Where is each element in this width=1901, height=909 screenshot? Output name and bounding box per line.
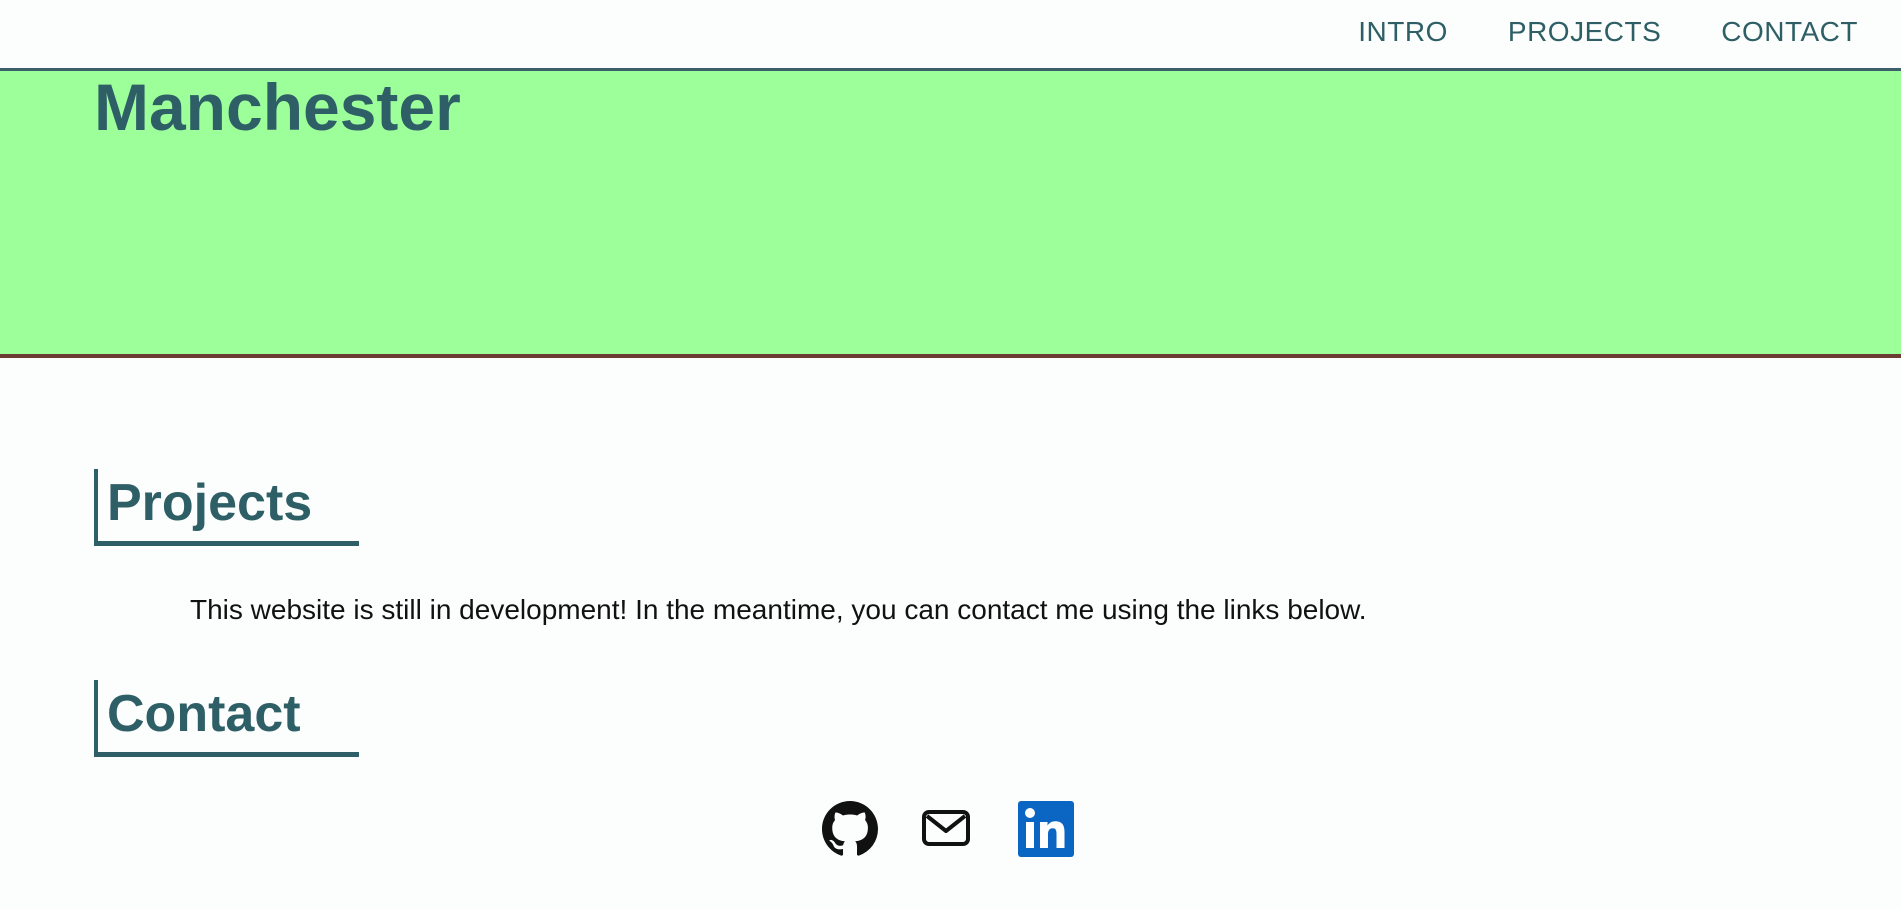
github-icon	[822, 801, 878, 856]
linkedin-link[interactable]	[1018, 801, 1074, 857]
email-link[interactable]	[920, 801, 976, 857]
github-link[interactable]	[822, 801, 878, 857]
contact-heading-box: Contact	[94, 680, 359, 757]
nav-link-intro[interactable]: INTRO	[1358, 16, 1448, 48]
contact-links	[822, 801, 1074, 857]
nav-link-contact[interactable]: CONTACT	[1721, 16, 1858, 48]
nav-links: INTRO PROJECTS CONTACT	[1358, 16, 1858, 48]
hero-banner: Manchester	[0, 70, 1901, 358]
projects-heading-box: Projects	[94, 469, 359, 546]
projects-heading: Projects	[107, 474, 313, 532]
top-navbar: INTRO PROJECTS CONTACT	[0, 0, 1901, 71]
linkedin-icon	[1018, 801, 1074, 857]
mail-icon	[922, 810, 970, 846]
contact-heading: Contact	[107, 685, 301, 743]
nav-link-projects[interactable]: PROJECTS	[1508, 16, 1661, 48]
hero-title: Manchester	[94, 70, 461, 144]
development-notice: This website is still in development! In…	[190, 594, 1367, 625]
